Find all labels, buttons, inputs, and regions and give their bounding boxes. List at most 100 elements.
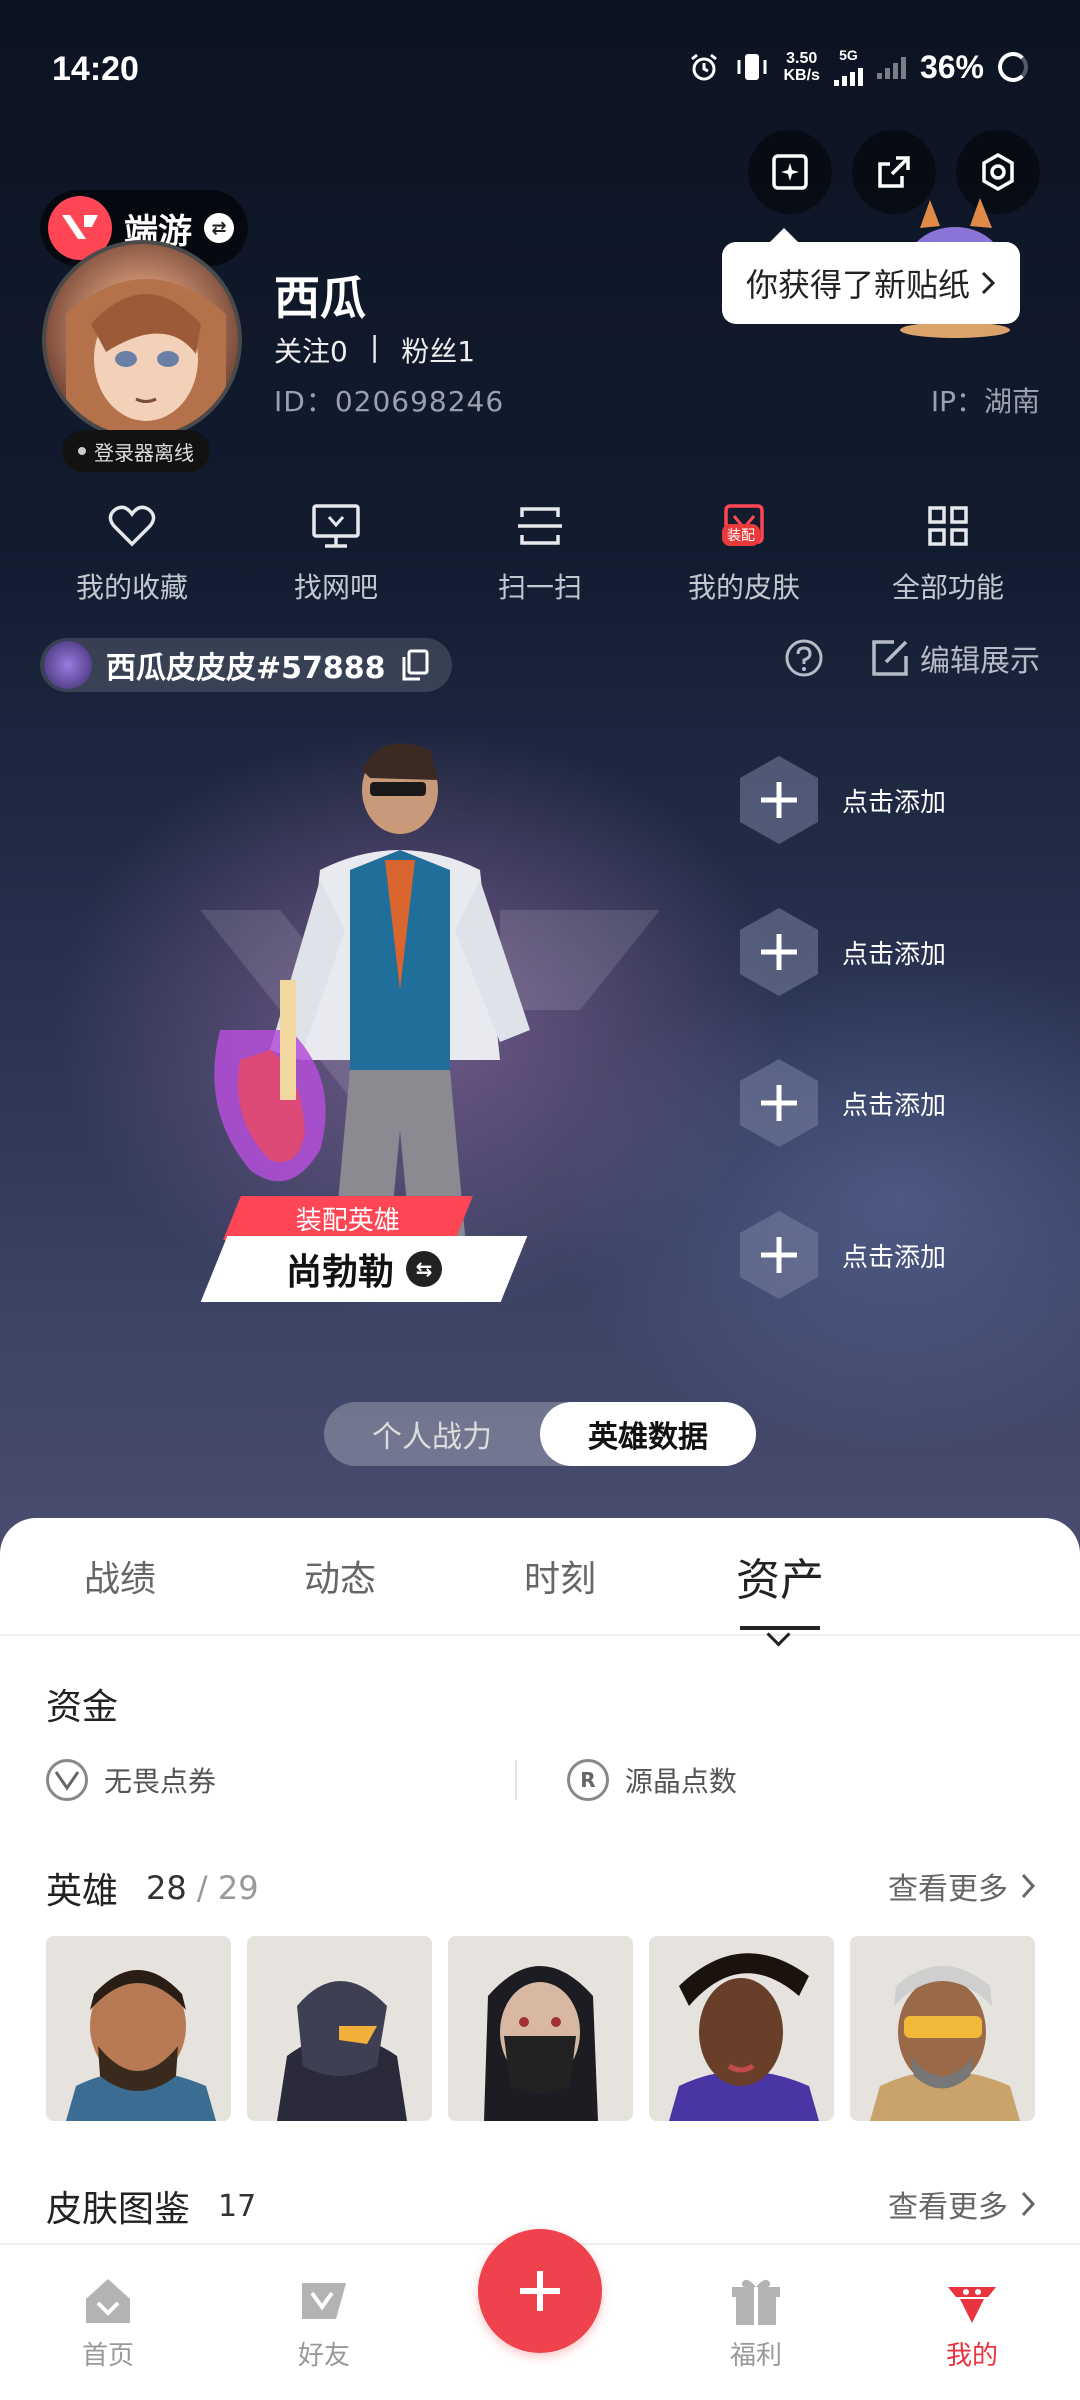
menu-find-cafe-label: 找网吧 — [293, 571, 378, 604]
edit-icon — [872, 640, 908, 676]
sticker-icon — [772, 154, 808, 190]
nav-home[interactable]: 首页 — [48, 2273, 168, 2372]
fans-label: 粉丝 — [401, 335, 458, 368]
fans-stat[interactable]: 粉丝1 — [401, 330, 475, 370]
stats-segmented-control: 个人战力 英雄数据 — [324, 1402, 756, 1466]
alarm-icon — [690, 53, 717, 81]
heroes-view-more[interactable]: 查看更多 — [888, 1864, 1036, 1908]
chevron-right-icon — [981, 271, 996, 295]
nav-friends-label: 好友 — [297, 2341, 350, 2371]
menu-scan[interactable]: 扫一扫 — [450, 500, 630, 606]
heart-icon — [106, 500, 158, 552]
menu-all-functions-label: 全部功能 — [891, 571, 1004, 604]
plus-icon — [520, 2271, 560, 2311]
bottom-navigation: 首页 好友 福利 我的 — [0, 2229, 1080, 2400]
chevron-right-icon — [1021, 1873, 1036, 1899]
tab-assets[interactable]: 资产 — [670, 1544, 890, 1630]
funds-divider — [515, 1760, 517, 1800]
add-slot-4[interactable]: 点击添加 — [738, 1209, 946, 1301]
avatar[interactable] — [42, 240, 242, 440]
edit-display-button[interactable]: 编辑展示 — [870, 636, 1040, 680]
net-speed: 3.50 KB/s — [784, 50, 820, 84]
plus-hex-icon — [740, 1211, 818, 1299]
funds-row: 无畏点券 R 源晶点数 — [46, 1750, 1036, 1810]
add-slot-2[interactable]: 点击添加 — [738, 906, 946, 998]
nav-friends[interactable]: 好友 — [264, 2273, 384, 2372]
equipped-hero-tag: 装配英雄 — [223, 1196, 473, 1240]
fund-radianite-vp[interactable]: 无畏点券 — [46, 1759, 515, 1801]
equipped-hero-name[interactable]: 尚勃勒 ⇆ — [200, 1236, 528, 1302]
sticker-button[interactable] — [748, 130, 832, 214]
net-speed-value: 3.50 — [786, 50, 818, 67]
hero-portrait[interactable] — [247, 1936, 432, 2121]
copy-icon[interactable] — [400, 649, 430, 681]
profile-icon — [948, 2287, 996, 2323]
menu-favorites[interactable]: 我的收藏 — [42, 500, 222, 606]
following-count: 0 — [330, 335, 348, 368]
equipped-hero-tag-text: 装配英雄 — [295, 1205, 400, 1236]
funds-title: 资金 — [46, 1687, 119, 1728]
heroes-total: 29 — [217, 1869, 259, 1907]
following-stat[interactable]: 关注0 — [274, 330, 348, 370]
hero-portrait-list — [46, 1936, 1035, 2121]
monitor-icon — [310, 500, 362, 552]
chevron-right-icon — [1021, 2191, 1036, 2217]
player-riot-id-text: 西瓜皮皮皮#57888 — [106, 651, 386, 686]
heroes-owned: 28 — [146, 1869, 187, 1907]
tab-assets-label: 资产 — [736, 1555, 824, 1606]
network-type: 5G — [839, 47, 858, 63]
create-post-button[interactable] — [478, 2229, 602, 2353]
signal-icon — [833, 62, 863, 86]
status-dot — [78, 447, 86, 455]
new-sticker-tooltip[interactable]: 你获得了新贴纸 — [722, 228, 1021, 324]
hero-portrait[interactable] — [448, 1936, 633, 2121]
segment-personal-power[interactable]: 个人战力 — [324, 1402, 540, 1466]
hero-portrait[interactable] — [46, 1936, 231, 2121]
edit-display-label: 编辑展示 — [920, 644, 1040, 679]
tab-feed[interactable]: 动态 — [230, 1550, 450, 1602]
radianite-currency-icon: R — [566, 1759, 609, 1801]
skin-icon: 装配 — [718, 500, 770, 552]
plus-hex-icon — [740, 756, 818, 844]
following-label: 关注 — [274, 335, 331, 368]
heroes-title: 英雄 — [46, 1871, 119, 1912]
grid-icon — [922, 500, 974, 552]
menu-all-functions[interactable]: 全部功能 — [858, 500, 1038, 606]
battery-ring-icon — [998, 52, 1028, 82]
active-tab-indicator — [740, 1626, 820, 1630]
nav-rewards[interactable]: 福利 — [696, 2273, 816, 2372]
tab-record[interactable]: 战绩 — [10, 1550, 230, 1602]
heroes-count: 28 / 29 — [146, 1869, 259, 1907]
menu-find-cafe[interactable]: 找网吧 — [246, 500, 426, 606]
tab-moments[interactable]: 时刻 — [450, 1550, 670, 1602]
status-time: 14:20 — [52, 50, 139, 88]
quick-menu: 我的收藏 找网吧 扫一扫 装配 我的皮肤 全部功能 — [30, 500, 1050, 606]
hero-portrait[interactable] — [649, 1936, 834, 2121]
menu-my-skins[interactable]: 装配 我的皮肤 — [654, 500, 834, 606]
help-icon[interactable] — [784, 638, 824, 678]
profile-content-panel: 战绩 动态 时刻 资产 资金 无畏点券 R 源晶点数 英雄 28 / 29 查看… — [0, 1518, 1080, 2243]
nav-profile-label: 我的 — [945, 2341, 998, 2371]
skins-title: 皮肤图鉴 — [46, 2189, 191, 2230]
plus-hex-icon — [740, 1059, 818, 1147]
add-slot-3[interactable]: 点击添加 — [738, 1057, 946, 1149]
signal-weak-icon — [876, 55, 906, 79]
add-slot-1[interactable]: 点击添加 — [738, 754, 946, 846]
add-slot-label: 点击添加 — [842, 787, 947, 818]
follow-stats: 关注0 | 粉丝1 — [274, 330, 475, 370]
equip-badge: 装配 — [722, 524, 760, 546]
segment-hero-data[interactable]: 英雄数据 — [540, 1402, 756, 1466]
home-icon — [86, 2279, 130, 2323]
skins-view-more[interactable]: 查看更多 — [888, 2182, 1036, 2226]
heroes-slash: / — [186, 1869, 218, 1907]
launcher-offline-status: 登录器离线 — [62, 430, 210, 472]
skins-view-more-label: 查看更多 — [888, 2190, 1008, 2225]
heroes-header: 英雄 28 / 29 — [46, 1862, 259, 1914]
nav-profile[interactable]: 我的 — [912, 2273, 1032, 2372]
player-card-avatar — [44, 641, 92, 689]
fund-radianite-points[interactable]: R 源晶点数 — [566, 1759, 1036, 1801]
hero-portrait[interactable] — [850, 1936, 1035, 2121]
status-bar: 14:20 3.50 KB/s 5G 36% — [0, 0, 1080, 140]
vp-currency-icon — [46, 1759, 88, 1801]
player-riot-id[interactable]: 西瓜皮皮皮#57888 — [40, 638, 452, 692]
